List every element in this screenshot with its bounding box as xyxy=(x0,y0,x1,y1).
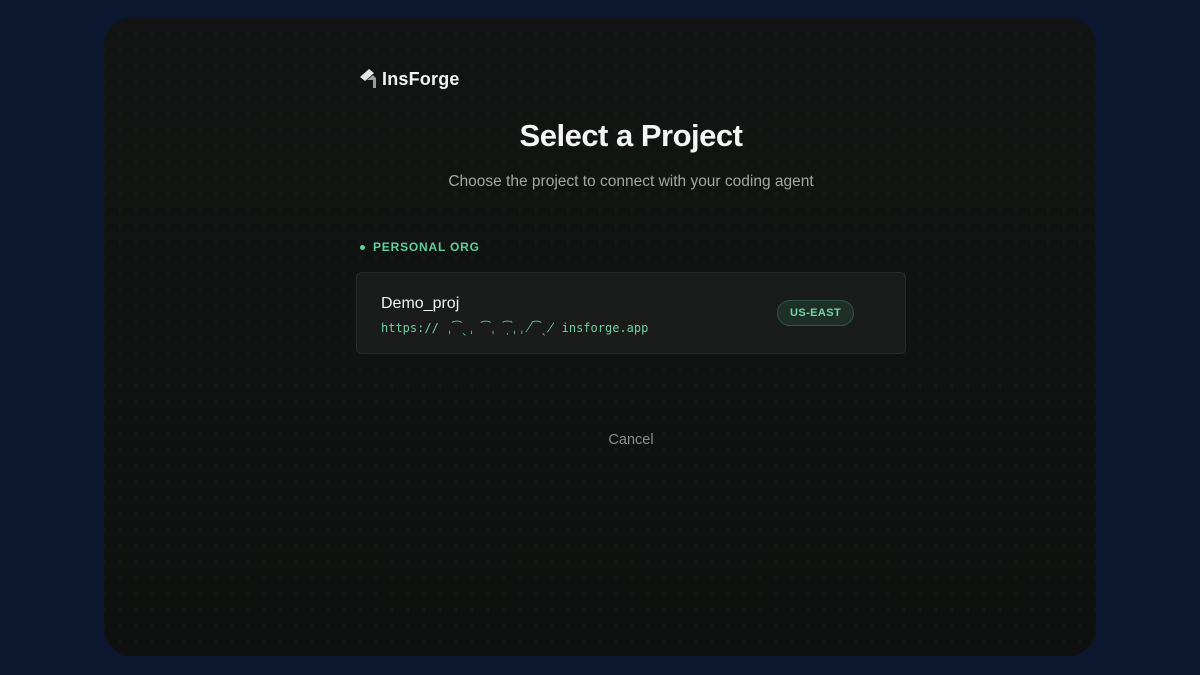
org-name: PERSONAL ORG xyxy=(373,240,480,254)
cancel-button[interactable]: Cancel xyxy=(104,432,1096,448)
project-selector-window: InsForge Select a Project Choose the pro… xyxy=(104,18,1096,656)
brand-logo: InsForge xyxy=(358,68,460,90)
region-badge: US-EAST xyxy=(777,300,855,326)
project-url: https:// ˌ͡ˎˌ ͡ˌ ̣͡ˌˌ̸͡ˎ̸ insforge.app xyxy=(381,321,649,335)
org-indicator-dot xyxy=(360,244,365,250)
project-name: Demo_proj xyxy=(381,295,460,312)
page-subtitle: Choose the project to connect with your … xyxy=(448,173,814,190)
org-section-label: PERSONAL ORG xyxy=(360,240,480,254)
insforge-logo-icon xyxy=(360,69,376,88)
brand-name: InsForge xyxy=(382,68,460,89)
project-card[interactable]: Demo_proj https:// ˌ͡ˎˌ ͡ˌ ̣͡ˌˌ̸͡ˎ̸ insf… xyxy=(356,272,906,354)
page-title: Select a Project xyxy=(519,118,743,153)
